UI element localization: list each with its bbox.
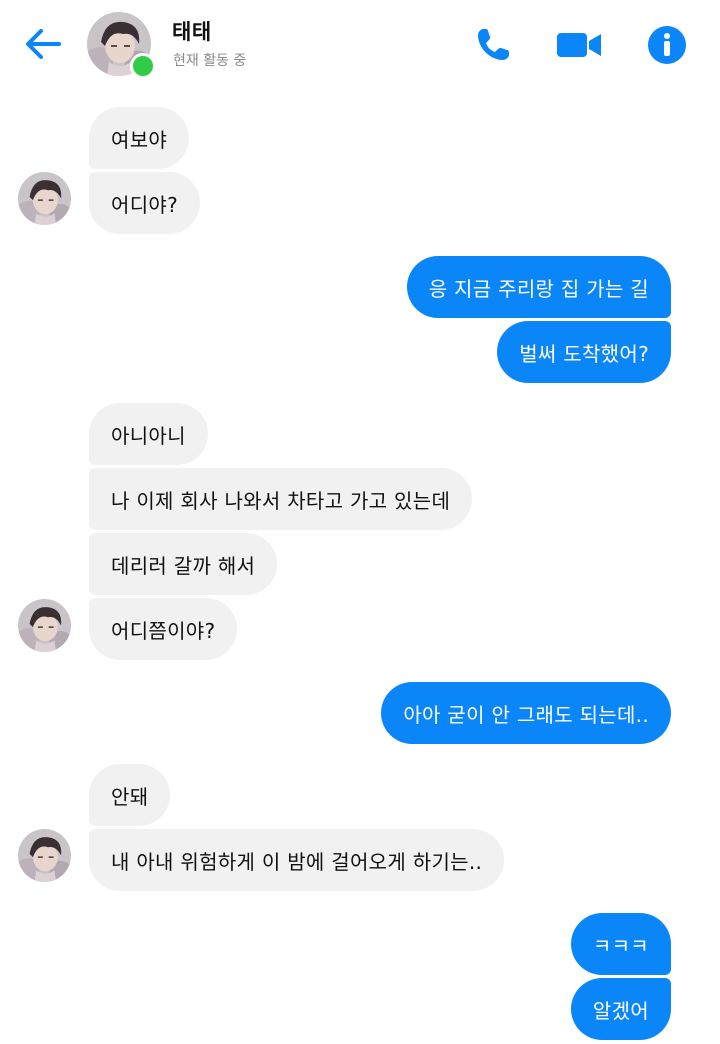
message-text: 데리러 갈까 해서 — [111, 553, 256, 578]
outgoing-message[interactable]: 아아 굳이 안 그래도 되는데.. — [381, 682, 671, 744]
message-text: 어디야? — [111, 192, 179, 217]
call-button[interactable] — [468, 20, 518, 70]
outgoing-message[interactable]: ㅋㅋㅋ — [570, 913, 671, 975]
message-text: 응 지금 주리랑 집 가는 길 — [428, 276, 649, 301]
phone-icon — [478, 29, 509, 60]
message-text: 어디쯤이야? — [111, 618, 216, 643]
incoming-message[interactable]: 어디야? — [89, 172, 201, 234]
contact-name[interactable]: 태태 — [172, 16, 212, 46]
contact-avatar[interactable] — [18, 599, 71, 652]
avatar — [18, 172, 71, 225]
message-text: 벌써 도착했어? — [519, 341, 649, 366]
back-button[interactable] — [18, 22, 68, 66]
online-status-dot — [130, 53, 156, 79]
contact-status: 현재 활동 중 — [173, 53, 247, 69]
incoming-message[interactable]: 나 이제 회사 나와서 차타고 가고 있는데 — [89, 468, 473, 530]
chat-header: 태태 현재 활동 중 — [0, 0, 720, 90]
message-text: 안돼 — [111, 784, 149, 809]
incoming-message[interactable]: 아니아니 — [89, 403, 208, 465]
video-camera-icon — [557, 33, 601, 57]
message-text: 여보야 — [111, 127, 168, 152]
outgoing-message[interactable]: 벌써 도착했어? — [497, 321, 671, 383]
outgoing-message[interactable]: 알겠어 — [570, 978, 671, 1040]
message-text: 아니아니 — [111, 423, 186, 448]
info-icon — [648, 26, 686, 64]
message-text: 아아 굳이 안 그래도 되는데.. — [403, 702, 649, 727]
incoming-message[interactable]: 안돼 — [89, 764, 171, 826]
message-text: ㅋㅋㅋ — [592, 933, 649, 958]
message-text: 알겠어 — [592, 998, 649, 1023]
incoming-message[interactable]: 여보야 — [89, 107, 190, 169]
incoming-message[interactable]: 데리러 갈까 해서 — [89, 533, 278, 595]
incoming-message[interactable]: 어디쯤이야? — [89, 598, 238, 660]
incoming-message[interactable]: 내 아내 위험하게 이 밤에 걸어오게 하기는.. — [89, 829, 505, 891]
contact-avatar[interactable] — [18, 829, 71, 882]
avatar — [18, 599, 71, 652]
outgoing-message[interactable]: 응 지금 주리랑 집 가는 길 — [406, 256, 671, 318]
avatar — [18, 829, 71, 882]
video-call-button[interactable] — [554, 20, 604, 70]
contact-avatar[interactable] — [18, 172, 71, 225]
info-button[interactable] — [642, 20, 692, 70]
message-text: 나 이제 회사 나와서 차타고 가고 있는데 — [111, 488, 451, 513]
back-arrow-icon — [26, 29, 61, 59]
message-text: 내 아내 위험하게 이 밤에 걸어오게 하기는.. — [111, 849, 483, 874]
